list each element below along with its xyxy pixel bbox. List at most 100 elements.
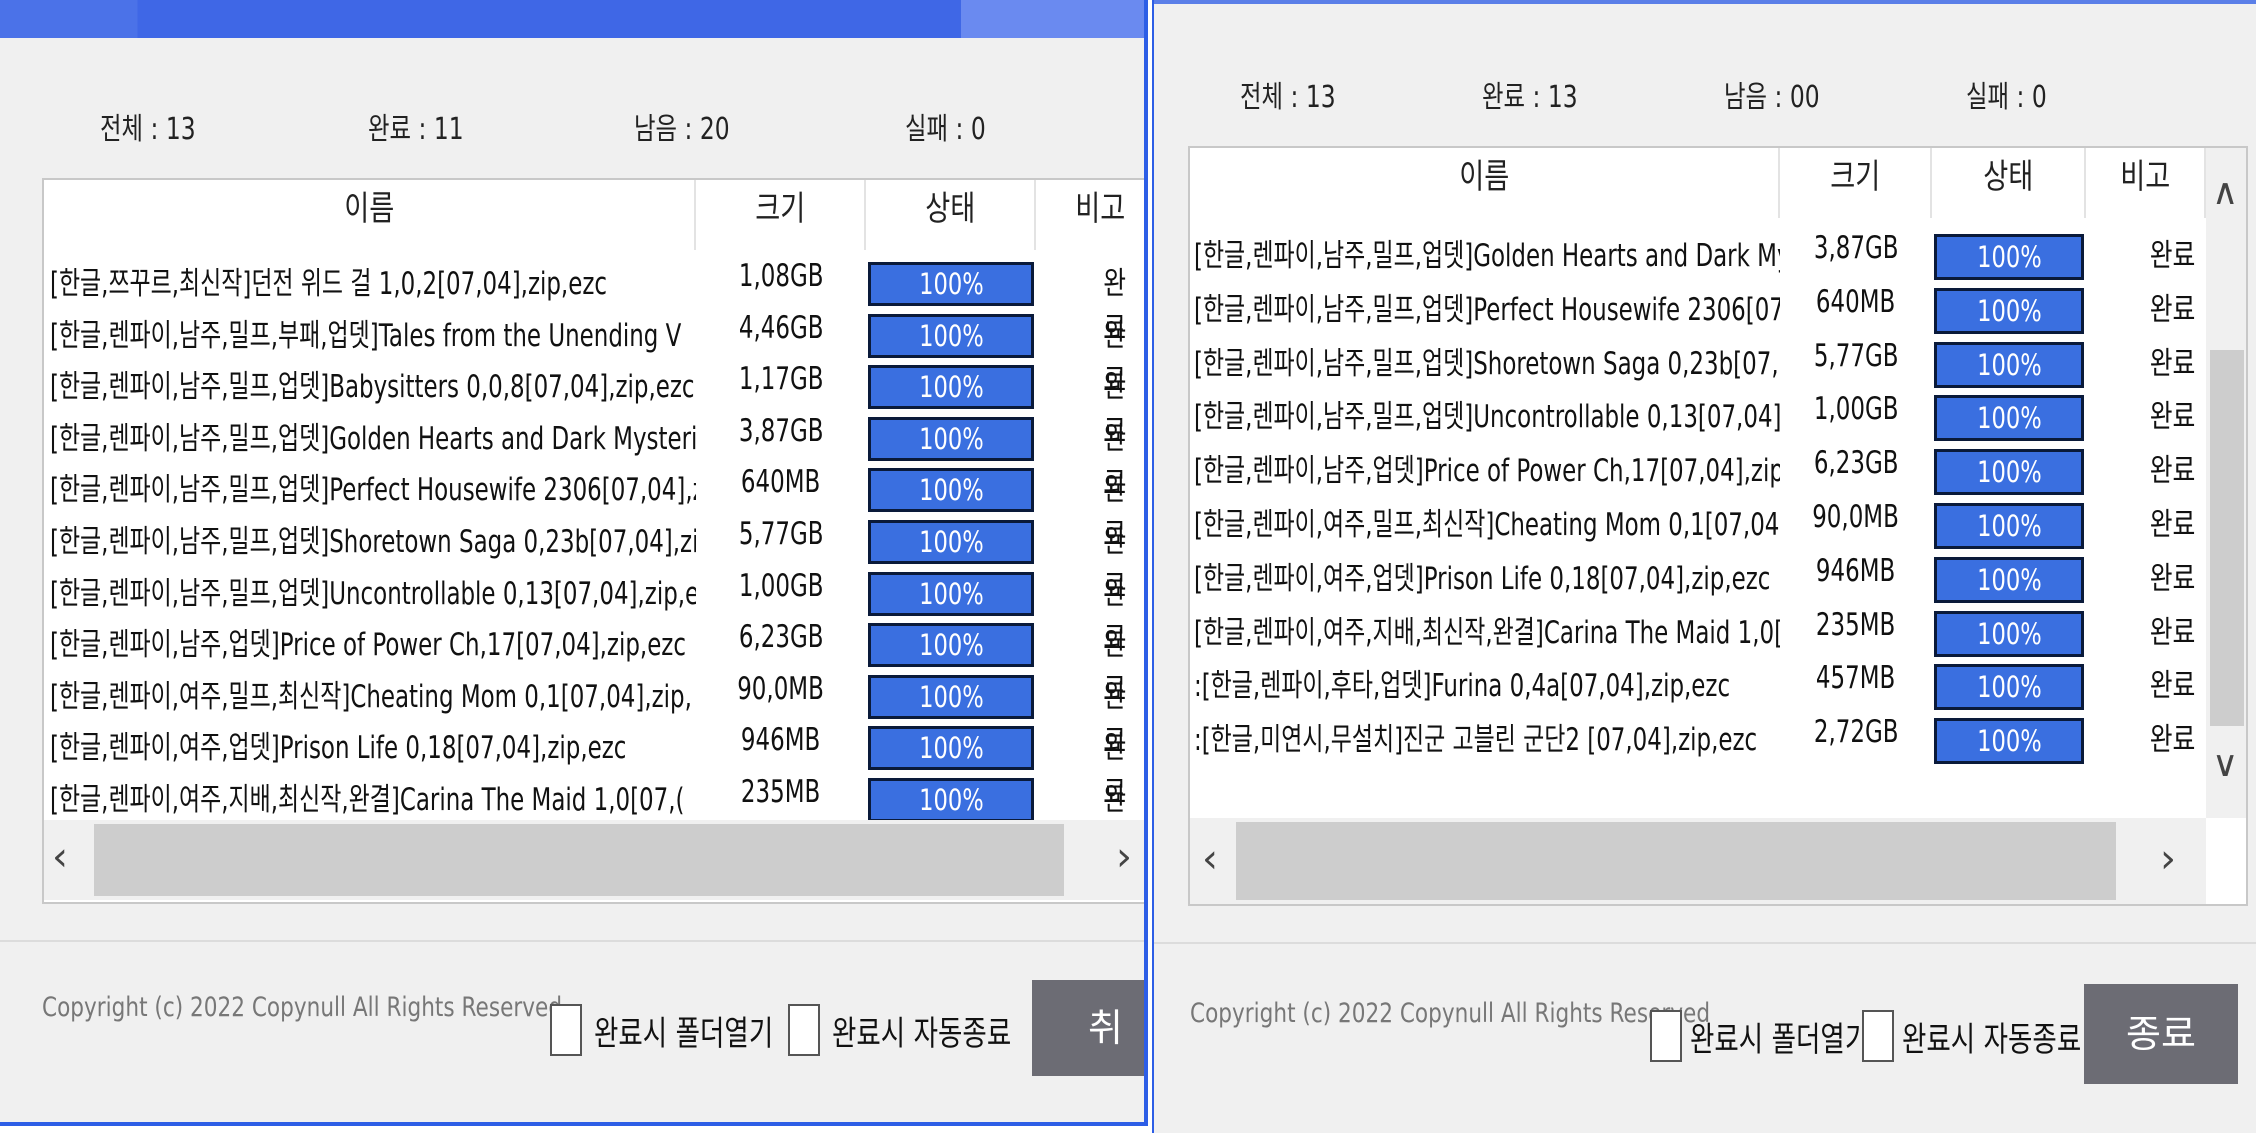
file-list[interactable]: 이름 크기 상태 비고 [한글,쯔꾸르,최신작]던전 위드 걸 1,0,2[07… — [42, 178, 1144, 904]
scroll-left-icon[interactable]: ‹ — [52, 834, 68, 880]
file-size: 235MB — [1816, 606, 1896, 643]
file-list[interactable]: 이름 크기 상태 비고 [한글,렌파이,남주,밀프,업뎃]Golden Hear… — [1188, 146, 2248, 906]
progress-bar: 100% — [868, 365, 1034, 410]
list-item[interactable]: [한글,렌파이,여주,업뎃]Prison Life 0,18[07,04],zi… — [1190, 551, 2206, 603]
scrollbar-thumb[interactable] — [1236, 822, 2116, 900]
list-item[interactable]: [한글,렌파이,남주,밀프,업뎃]Shoretown Saga 0,23b[07… — [1190, 336, 2206, 388]
progress-bar: 100% — [868, 262, 1034, 306]
horizontal-scrollbar[interactable]: ‹ › — [44, 820, 1144, 900]
file-size: 2,72GB — [1813, 714, 1899, 751]
list-item[interactable]: [한글,렌파이,남주,밀프,업뎃]Perfect Housewife 2306[… — [1190, 282, 2206, 334]
auto-exit-checkbox[interactable] — [1862, 1010, 1894, 1062]
list-item[interactable]: [한글,렌파이,남주,밀프,업뎃]Shoretown Saga 0,23b[07… — [44, 514, 1144, 605]
vertical-scrollbar[interactable]: ∧ ∨ — [2206, 148, 2246, 818]
progress-bar: 100% — [1934, 503, 2084, 549]
done-count: 완료 : 13 — [1482, 80, 1578, 115]
file-name: [한글,쯔꾸르,최신작]던전 위드 걸 1,0,2[07,04],zip,ezc — [50, 266, 608, 302]
open-folder-checkbox[interactable] — [550, 1004, 582, 1056]
file-name: [한글,렌파이,여주,지배,최신작,완결]Carina The Maid 1,0… — [1194, 614, 1780, 651]
file-name: [한글,렌파이,여주,업뎃]Prison Life 0,18[07,04],zi… — [50, 730, 627, 767]
scroll-right-icon[interactable]: › — [2160, 836, 2176, 882]
exit-button[interactable]: 종료 — [2084, 984, 2238, 1084]
open-folder-checkbox[interactable] — [1650, 1010, 1682, 1062]
progress-bar: 100% — [868, 520, 1034, 564]
total-count: 전체 : 13 — [1240, 80, 1336, 115]
list-item[interactable]: [한글,렌파이,여주,업뎃]Prison Life 0,18[07,04],zi… — [44, 720, 1144, 811]
scroll-left-icon[interactable]: ‹ — [1202, 836, 1218, 882]
download-dialog-left: 전체 : 13 완료 : 11 남음 : 20 실패 : 0 이름 크기 상태 … — [0, 0, 1148, 1126]
list-item[interactable]: [한글,렌파이,남주,업뎃]Price of Power Ch,17[07,04… — [1190, 443, 2206, 496]
column-header-note[interactable]: 비고 — [1036, 180, 1144, 250]
list-item[interactable]: [한글,렌파이,여주,밀프,최신작]Cheating Mom 0,1[07,04… — [1190, 497, 2206, 549]
file-size: 1,00GB — [738, 567, 824, 604]
progress-bar: 100% — [868, 416, 1034, 461]
column-header-status[interactable]: 상태 — [866, 180, 1036, 250]
file-name: :[한글,미연시,무설치]진군 고블린 군단2 [07,04],zip,ezc — [1194, 722, 1758, 759]
file-name: [한글,렌파이,여주,밀프,최신작]Cheating Mom 0,1[07,04… — [50, 678, 692, 715]
column-header-size[interactable]: 크기 — [1780, 148, 1932, 218]
progress-bar: 100% — [1934, 664, 2084, 711]
list-item[interactable]: [한글,렌파이,남주,밀프,부패,업뎃]Tales from the Unend… — [44, 308, 1144, 399]
copyright-text: Copyright (c) 2022 Copynull All Rights R… — [42, 992, 563, 1023]
scroll-up-icon[interactable]: ∧ — [2212, 172, 2238, 213]
list-item[interactable]: :[한글,미연시,무설치]진군 고블린 군단2 [07,04],zip,ezc 2… — [1190, 712, 2206, 765]
list-item[interactable]: [한글,렌파이,남주,밀프,업뎃]Uncontrollable 0,13[07,… — [1190, 389, 2206, 442]
file-size: 6,23GB — [1813, 445, 1899, 482]
file-name: [한글,렌파이,남주,밀프,업뎃]Perfect Housewife 2306[… — [1194, 291, 1780, 328]
list-item[interactable]: [한글,렌파이,남주,밀프,업뎃]Golden Hearts and Dark … — [44, 411, 1144, 502]
progress-bar: 100% — [868, 571, 1034, 616]
file-size: 946MB — [1816, 552, 1896, 589]
column-header-status[interactable]: 상태 — [1932, 148, 2086, 218]
column-header-note[interactable]: 비고 — [2086, 148, 2206, 218]
file-size: 457MB — [1816, 660, 1896, 697]
column-header-name[interactable]: 이름 — [44, 180, 696, 250]
progress-bar: 100% — [868, 623, 1034, 668]
progress-bar: 100% — [1934, 449, 2084, 496]
file-name: [한글,렌파이,여주,업뎃]Prison Life 0,18[07,04],zi… — [1194, 560, 1771, 597]
scroll-right-icon[interactable]: › — [1116, 834, 1132, 880]
list-item[interactable]: [한글,렌파이,여주,지배,최신작,완결]Carina The Maid 1,0… — [44, 772, 1144, 863]
status-note: 완료 — [2149, 722, 2196, 759]
list-item[interactable]: :[한글,렌파이,후타,업뎃]Furina 0,4a[07,04],zip,ez… — [1190, 658, 2206, 711]
file-name: [한글,렌파이,남주,업뎃]Price of Power Ch,17[07,04… — [1194, 453, 1780, 490]
file-name: [한글,렌파이,남주,밀프,업뎃]Uncontrollable 0,13[07,… — [50, 575, 696, 612]
scrollbar-thumb[interactable] — [2210, 350, 2244, 726]
footer-divider — [0, 940, 1144, 942]
column-header-name[interactable]: 이름 — [1190, 148, 1780, 218]
cancel-button[interactable]: 취소 — [1032, 980, 1144, 1076]
file-size: 1,17GB — [738, 361, 824, 398]
title-bar[interactable] — [1154, 0, 2256, 4]
file-name: [한글,렌파이,남주,밀프,업뎃]Shoretown Saga 0,23b[07… — [50, 524, 696, 560]
horizontal-scrollbar[interactable]: ‹ › — [1190, 818, 2206, 904]
file-size: 90,0MB — [1812, 499, 1900, 535]
file-size: 3,87GB — [738, 412, 824, 449]
auto-exit-checkbox[interactable] — [788, 1004, 820, 1056]
list-item[interactable]: [한글,렌파이,남주,밀프,업뎃]Perfect Housewife 2306[… — [44, 462, 1144, 553]
list-item[interactable]: [한글,렌파이,남주,업뎃]Price of Power Ch,17[07,04… — [44, 617, 1144, 708]
file-size: 640MB — [741, 464, 821, 501]
file-size: 90,0MB — [737, 670, 825, 707]
list-item[interactable]: [한글,쯔꾸르,최신작]던전 위드 걸 1,0,2[07,04],zip,ezc… — [44, 256, 1144, 347]
file-name: [한글,렌파이,남주,밀프,업뎃]Golden Hearts and Dark … — [1194, 238, 1780, 274]
file-name: [한글,렌파이,남주,밀프,업뎃]Babysitters 0,0,8[07,04… — [50, 369, 695, 406]
auto-exit-label: 완료시 자동종료 — [832, 1014, 1012, 1054]
list-item[interactable]: [한글,렌파이,남주,밀프,업뎃]Uncontrollable 0,13[07,… — [44, 566, 1144, 657]
total-count: 전체 : 13 — [100, 112, 196, 147]
title-bar[interactable] — [0, 0, 1144, 38]
file-size: 6,23GB — [738, 619, 824, 656]
file-name: [한글,렌파이,여주,지배,최신작,완결]Carina The Maid 1,0… — [50, 782, 685, 818]
status-note: 완료 — [2149, 345, 2196, 382]
scrollbar-thumb[interactable] — [94, 824, 1064, 896]
progress-bar: 100% — [868, 726, 1034, 771]
list-item[interactable]: [한글,렌파이,여주,지배,최신작,완결]Carina The Maid 1,0… — [1190, 605, 2206, 657]
auto-exit-label: 완료시 자동종료 — [1902, 1020, 2082, 1060]
list-item[interactable]: [한글,렌파이,여주,밀프,최신작]Cheating Mom 0,1[07,04… — [44, 669, 1144, 760]
file-size: 1,00GB — [1813, 391, 1899, 428]
scroll-down-icon[interactable]: ∨ — [2212, 744, 2238, 785]
list-item[interactable]: [한글,렌파이,남주,밀프,업뎃]Golden Hearts and Dark … — [1190, 228, 2206, 280]
copyright-text: Copyright (c) 2022 Copynull All Rights R… — [1190, 998, 1711, 1029]
column-header-size[interactable]: 크기 — [696, 180, 866, 250]
status-note: 완료 — [2149, 560, 2196, 597]
file-name: [한글,렌파이,여주,밀프,최신작]Cheating Mom 0,1[07,04… — [1194, 507, 1780, 543]
list-item[interactable]: [한글,렌파이,남주,밀프,업뎃]Babysitters 0,0,8[07,04… — [44, 359, 1144, 450]
